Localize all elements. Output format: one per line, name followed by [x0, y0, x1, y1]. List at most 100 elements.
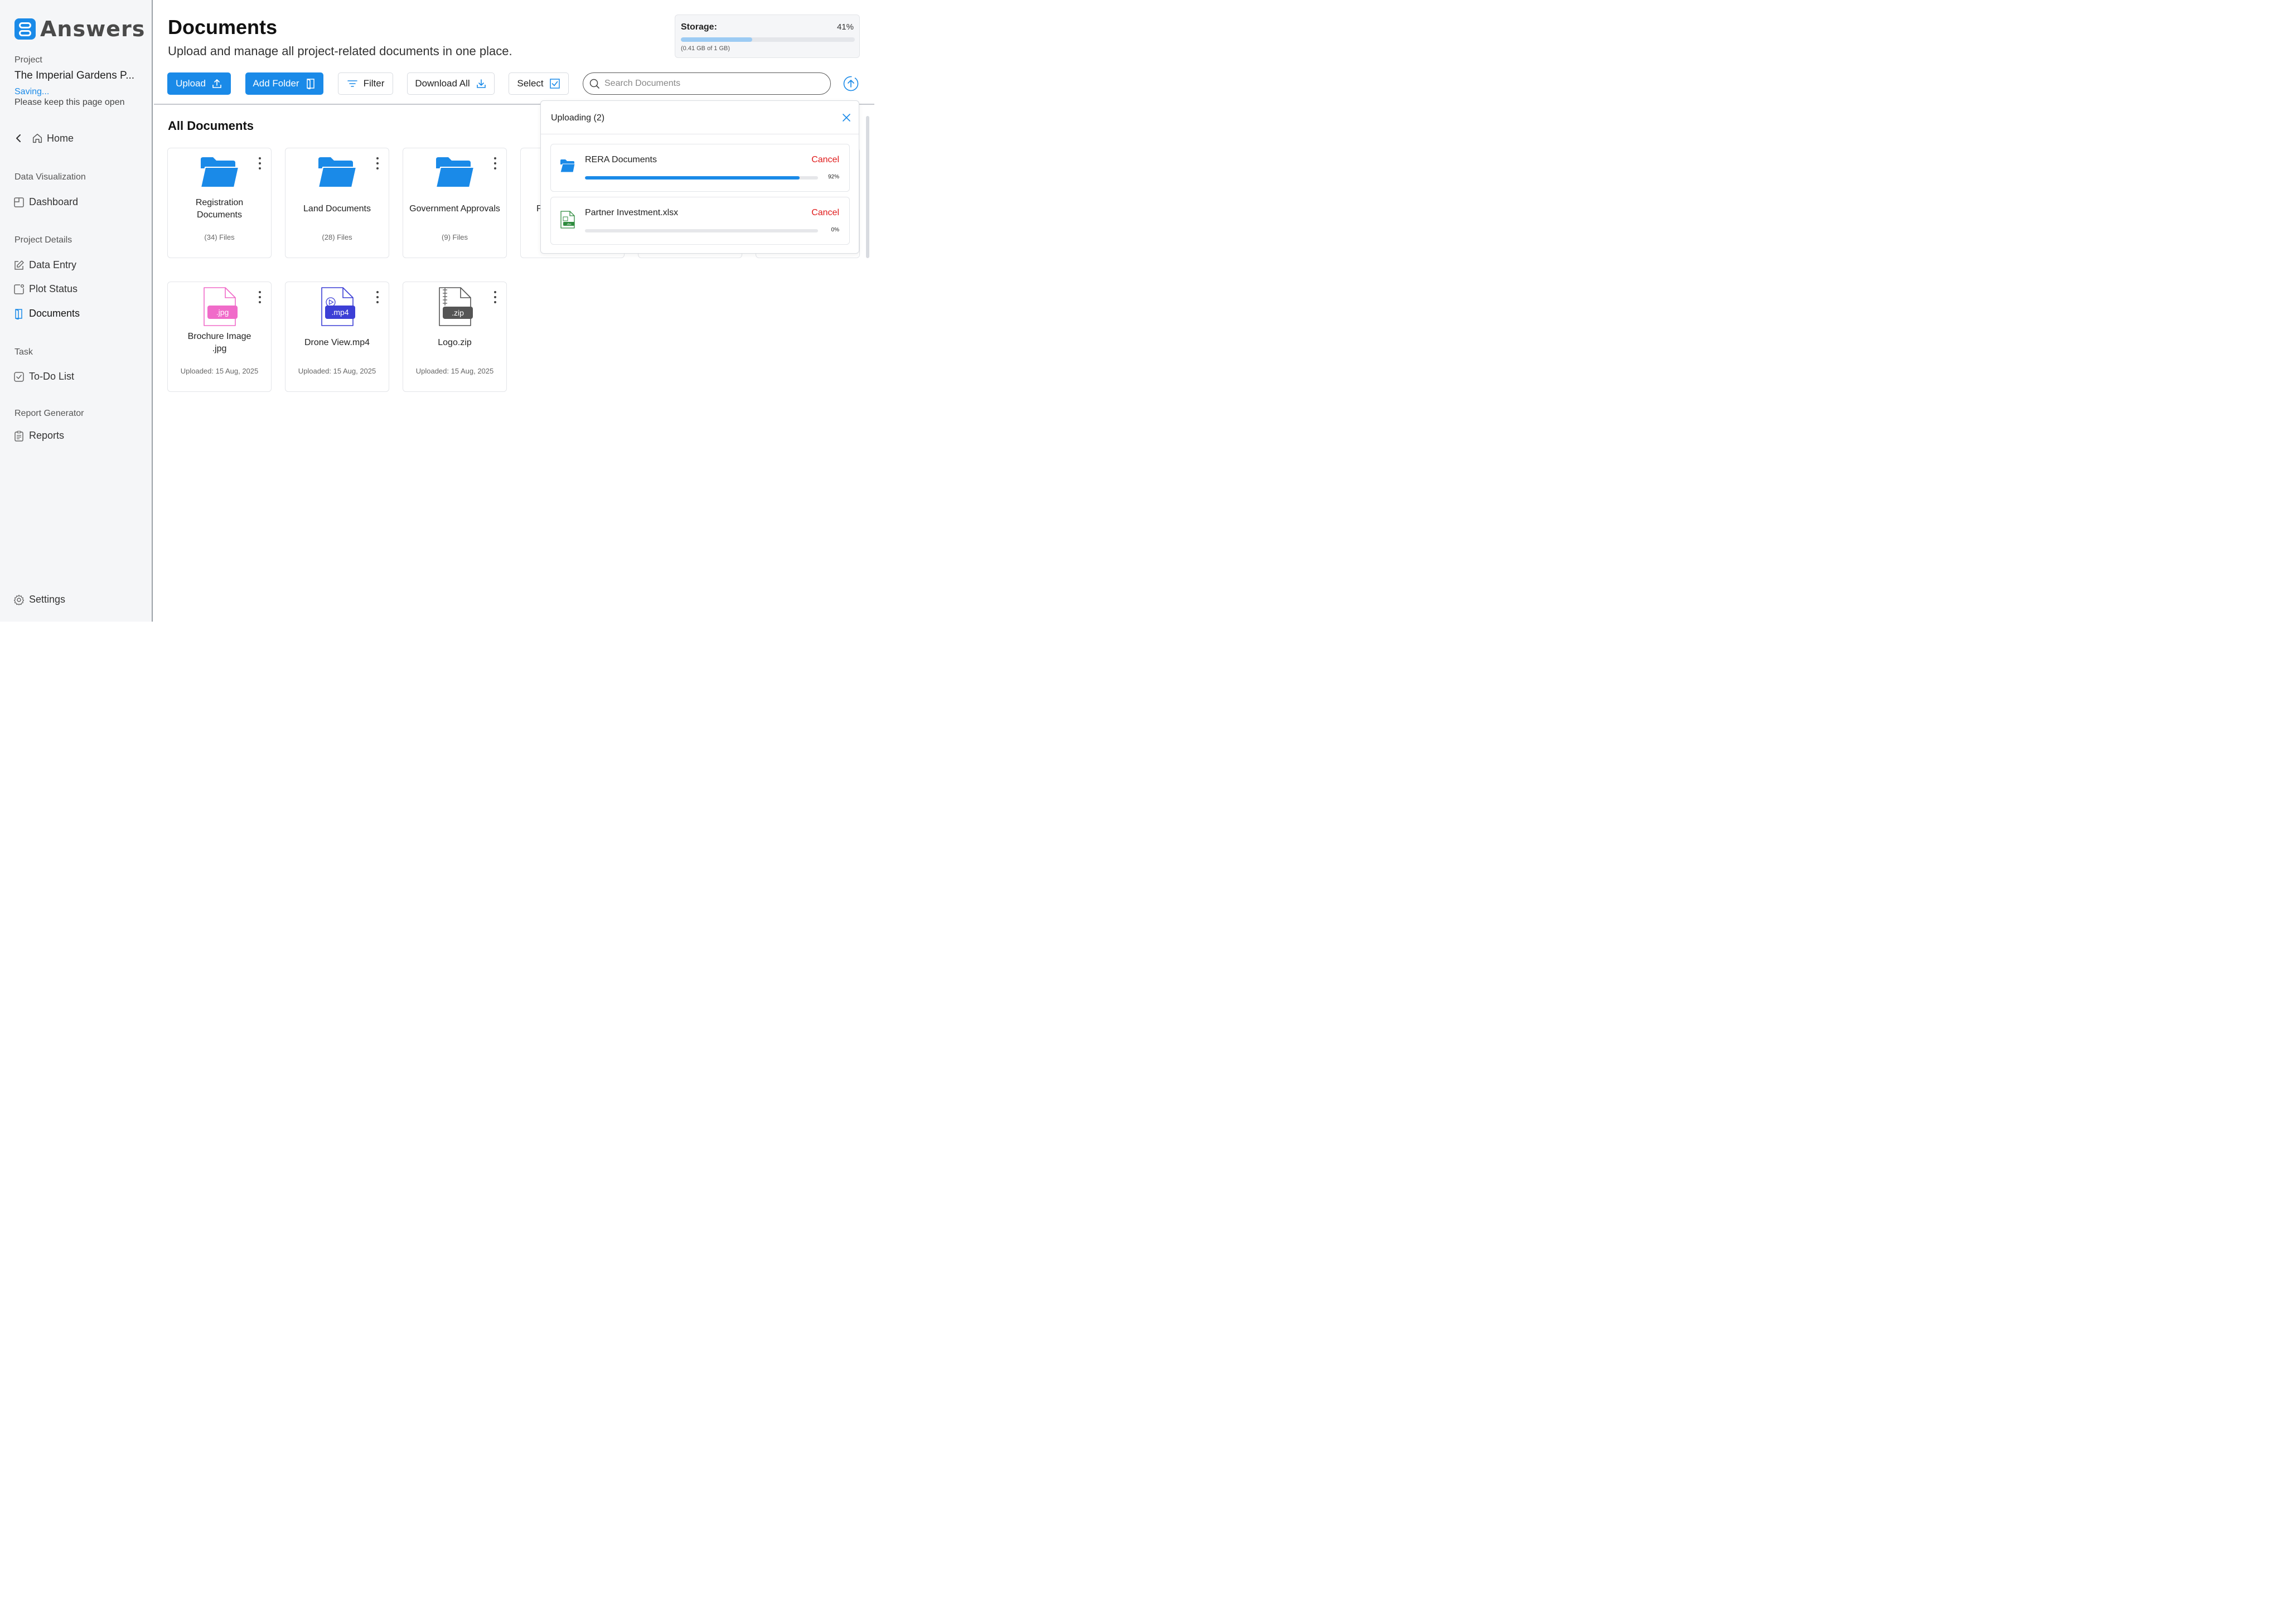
close-icon[interactable] [841, 112, 852, 123]
select-button-label: Select [517, 78, 544, 89]
upload-button-label: Upload [176, 78, 206, 89]
sidebar-item-reports[interactable]: Reports [13, 430, 64, 442]
upload-panel-header: Uploading (2) [541, 101, 859, 134]
upload-progress-bar [585, 176, 818, 180]
upload-progress-bar [585, 229, 818, 232]
upload-button[interactable]: Upload [167, 72, 231, 95]
section-task: Task [14, 347, 33, 357]
sidebar-item-label: To-Do List [29, 371, 75, 382]
sidebar-item-label: Dashboard [29, 196, 79, 207]
upload-status-icon[interactable] [843, 76, 859, 91]
zip-file-icon: .zip [438, 287, 473, 326]
page-subtitle: Upload and manage all project-related do… [168, 44, 512, 58]
file-name: Drone View.mp4 [304, 338, 370, 347]
upload-item: RERA Documents Cancel 92% [550, 144, 850, 192]
upload-icon [212, 79, 221, 88]
gear-icon [13, 594, 25, 605]
folder-book-icon [306, 79, 314, 89]
storage-detail: (0.41 GB of 1 GB) [681, 45, 730, 52]
sidebar-item-label: Documents [29, 308, 80, 319]
upload-item-name: Partner Investment.xlsx [585, 208, 679, 217]
sidebar-item-data-entry[interactable]: Data Entry [13, 259, 76, 271]
more-options-icon[interactable] [493, 157, 497, 172]
page-title: Documents [168, 16, 278, 38]
folder-card[interactable]: Registration Documents (34) Files [167, 148, 272, 258]
home-label: Home [47, 132, 74, 144]
keep-open-note: Please keep this page open [14, 98, 125, 107]
sidebar-item-label: Reports [29, 430, 65, 441]
file-ext-label: .mp4 [331, 308, 349, 317]
plot-status-icon [14, 284, 25, 294]
sidebar-item-settings[interactable]: Settings [13, 594, 65, 605]
sidebar-item-documents[interactable]: Documents [13, 308, 80, 319]
filter-icon [347, 80, 357, 87]
sidebar: Answers Project The Imperial Gardens P..… [0, 0, 153, 622]
more-options-icon[interactable] [258, 157, 262, 172]
upload-progress-panel: Uploading (2) RERA Documents Cancel 92% … [540, 100, 859, 254]
section-heading: All Documents [168, 119, 254, 133]
folder-icon [435, 157, 475, 188]
sidebar-item-label: Plot Status [29, 283, 78, 294]
file-upload-date: Uploaded: 15 Aug, 2025 [180, 367, 259, 375]
file-ext-label: .xlsx [567, 223, 572, 226]
project-name[interactable]: The Imperial Gardens P... [14, 70, 148, 82]
home-icon [32, 133, 42, 143]
upload-percent: 92% [828, 174, 839, 180]
home-link[interactable]: Home [12, 132, 74, 145]
filter-button-label: Filter [363, 78, 385, 89]
upload-item-name: RERA Documents [585, 155, 657, 164]
sidebar-item-label: Data Entry [29, 259, 77, 270]
cancel-upload-button[interactable]: Cancel [811, 208, 839, 218]
section-report-generator: Report Generator [14, 409, 84, 418]
file-upload-date: Uploaded: 15 Aug, 2025 [415, 367, 494, 375]
folder-file-count: (28) Files [322, 233, 352, 241]
storage-bar-fill [681, 37, 752, 42]
file-card[interactable]: .zip Logo.zip Uploaded: 15 Aug, 2025 [403, 282, 507, 392]
more-options-icon[interactable] [258, 291, 262, 306]
file-card[interactable]: .mp4 Drone View.mp4 Uploaded: 15 Aug, 20… [285, 282, 389, 392]
section-data-visualization: Data Visualization [14, 172, 86, 182]
select-button[interactable]: Select [509, 72, 569, 95]
download-icon [476, 79, 486, 88]
file-upload-date: Uploaded: 15 Aug, 2025 [298, 367, 376, 375]
folder-icon [317, 157, 357, 188]
download-all-button-label: Download All [415, 78, 470, 89]
folder-card[interactable]: Land Documents (28) Files [285, 148, 389, 258]
more-options-icon[interactable] [375, 291, 380, 306]
file-name: Brochure Image .jpg [187, 332, 251, 353]
folder-file-count: (34) Files [204, 233, 235, 241]
folder-file-count: (9) Files [442, 233, 468, 241]
checkbox-icon [549, 79, 560, 89]
download-all-button[interactable]: Download All [407, 72, 495, 95]
add-folder-button-label: Add Folder [253, 78, 299, 89]
folder-name: Registration Documents [195, 198, 244, 220]
search-input[interactable] [604, 79, 816, 89]
dashboard-icon [14, 197, 24, 207]
add-folder-button[interactable]: Add Folder [245, 72, 323, 95]
upload-percent: 0% [831, 227, 839, 233]
more-options-icon[interactable] [375, 157, 380, 172]
sidebar-item-plot-status[interactable]: Plot Status [13, 283, 78, 295]
search-box[interactable] [583, 72, 831, 95]
sidebar-item-todo[interactable]: To-Do List [13, 371, 74, 382]
more-options-icon[interactable] [493, 291, 497, 306]
cancel-upload-button[interactable]: Cancel [811, 155, 839, 165]
folder-icon [200, 157, 239, 188]
filter-button[interactable]: Filter [338, 72, 393, 95]
storage-percent: 41% [836, 22, 854, 32]
project-label: Project [14, 55, 42, 65]
sidebar-item-dashboard[interactable]: Dashboard [13, 196, 78, 208]
checkbox-icon [14, 371, 24, 382]
file-ext-label: .zip [452, 308, 464, 317]
sidebar-item-label: Settings [29, 594, 66, 605]
file-card[interactable]: .jpg Brochure Image .jpg Uploaded: 15 Au… [167, 282, 272, 392]
upload-panel-title: Uploading (2) [551, 113, 605, 123]
storage-widget: Storage: 41% (0.41 GB of 1 GB) [675, 14, 860, 58]
scrollbar[interactable] [866, 116, 869, 258]
logo-icon [14, 18, 36, 40]
app-logo[interactable]: Answers [14, 17, 145, 41]
folder-card[interactable]: Government Approvals (9) Files [403, 148, 507, 258]
excel-file-icon: .xlsx [560, 211, 575, 229]
jpg-file-icon: .jpg [203, 287, 238, 326]
chevron-left-icon[interactable] [12, 132, 26, 145]
